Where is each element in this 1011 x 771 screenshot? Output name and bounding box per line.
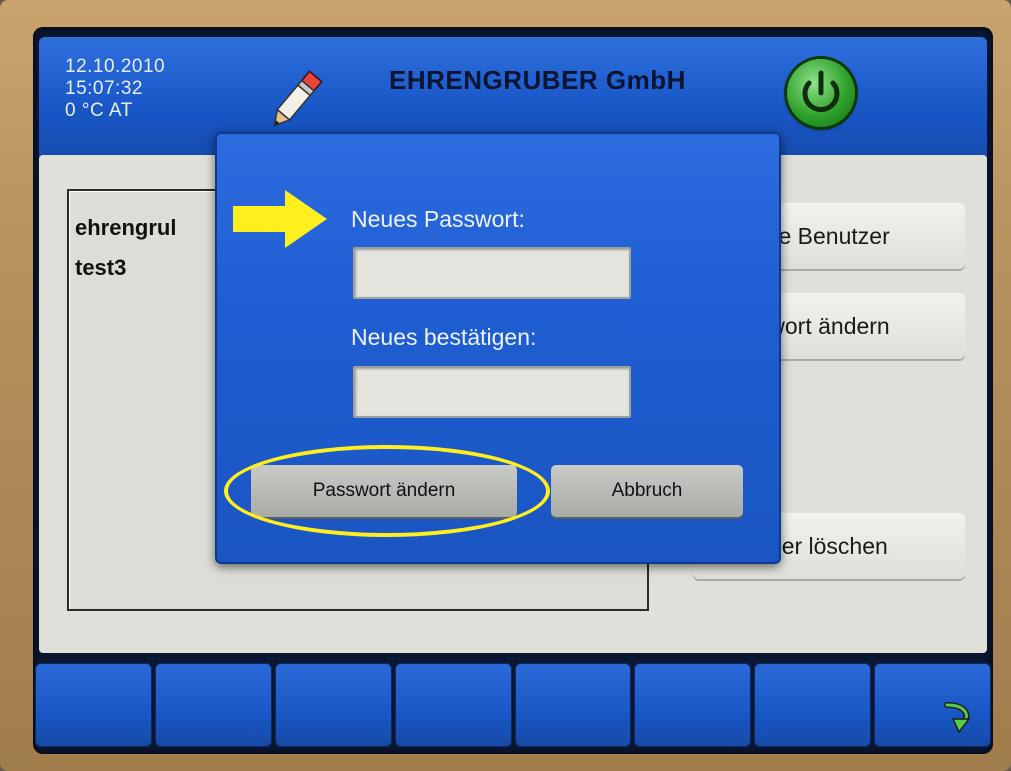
power-icon	[802, 70, 840, 113]
header-time: 15:07:32	[65, 78, 143, 99]
company-name: EHRENGRUBER GmbH	[389, 65, 686, 95]
function-key-5[interactable]	[514, 663, 632, 747]
highlight-ellipse	[224, 445, 550, 537]
touch-screen: 12.10.2010 15:07:32 0 °C AT EHRENGRUBER …	[33, 27, 993, 754]
new-password-field[interactable]	[353, 247, 631, 299]
function-key-1[interactable]	[35, 663, 152, 747]
new-password-label: Neues Passwort:	[351, 206, 525, 232]
function-key-bar	[33, 663, 993, 754]
function-key-6[interactable]	[634, 663, 752, 747]
confirm-password-label: Neues bestätigen:	[351, 324, 537, 350]
list-item[interactable]: ehrengrul	[75, 215, 176, 241]
list-item[interactable]: test3	[75, 255, 126, 281]
function-key-4[interactable]	[394, 663, 512, 747]
function-key-2[interactable]	[154, 663, 272, 747]
header-temperature: 0 °C AT	[65, 100, 133, 121]
confirm-password-field[interactable]	[353, 366, 631, 418]
header-date: 12.10.2010	[65, 56, 166, 77]
power-button[interactable]	[787, 59, 855, 127]
function-key-3[interactable]	[274, 663, 392, 747]
cancel-button[interactable]: Abbruch	[551, 465, 743, 517]
pencil-icon[interactable]	[267, 65, 323, 137]
return-key[interactable]	[874, 663, 991, 747]
function-key-7[interactable]	[754, 663, 872, 747]
arrow-annotation-icon	[233, 190, 327, 248]
return-arrow-icon	[944, 702, 971, 733]
